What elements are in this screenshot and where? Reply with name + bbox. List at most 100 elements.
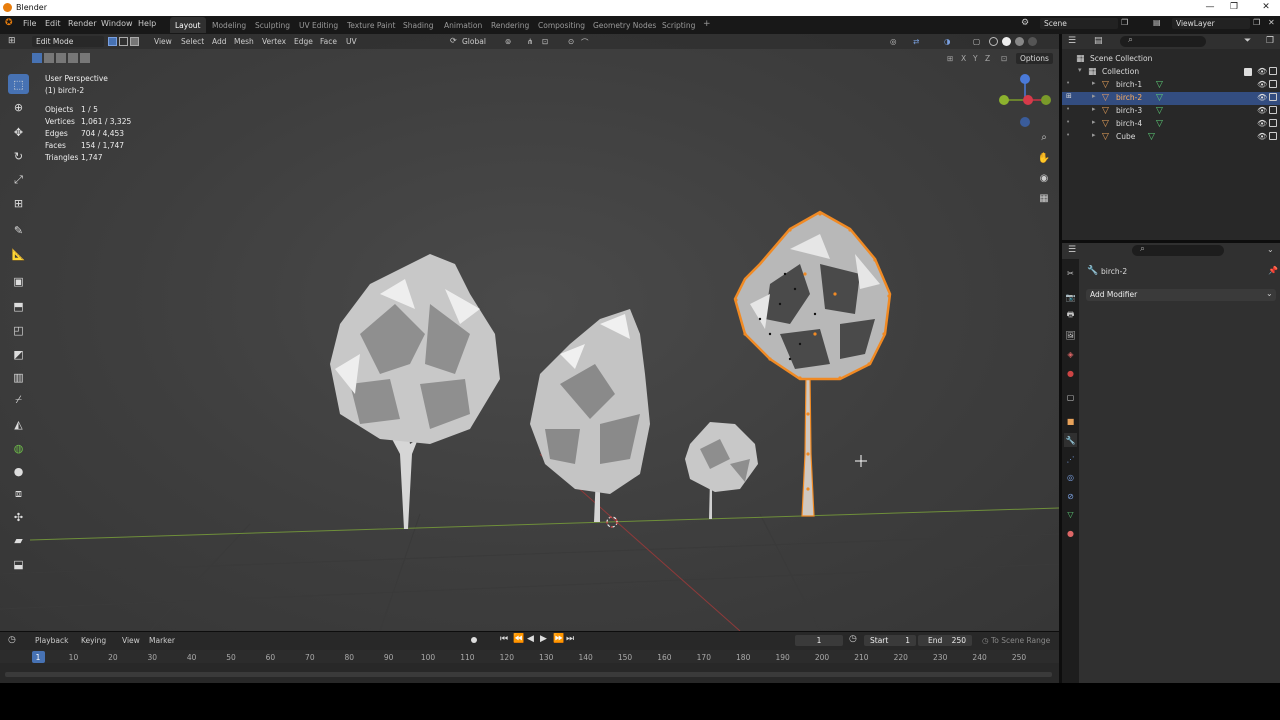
- workspace-tab-scripting[interactable]: Scripting: [657, 17, 700, 33]
- physics-tab-icon[interactable]: ◎: [1064, 470, 1077, 484]
- tool-bevel[interactable]: ◩: [8, 344, 29, 364]
- current-frame-field[interactable]: 1: [795, 635, 843, 646]
- workspace-tab-geometry-nodes[interactable]: Geometry Nodes: [588, 17, 661, 33]
- menu-window[interactable]: Window: [101, 19, 133, 28]
- scene-tab-icon[interactable]: ◈: [1064, 347, 1077, 361]
- 3d-viewport[interactable]: User Perspective (1) birch-2 Objects 1 / …: [0, 34, 1059, 631]
- mode-selector[interactable]: Edit Mode: [32, 36, 104, 47]
- new-collection-icon[interactable]: ❐: [1266, 36, 1274, 46]
- transform-orientation-dropdown[interactable]: Global: [462, 37, 486, 46]
- render-camera-icon[interactable]: [1269, 67, 1277, 75]
- expand-arrow-icon[interactable]: ▸: [1092, 105, 1096, 113]
- tool-spin[interactable]: ◍: [8, 438, 29, 458]
- timeline-scrollbar[interactable]: [5, 672, 1052, 677]
- visibility-icon[interactable]: ◎: [890, 37, 897, 46]
- view-layer-icon[interactable]: ▤: [1153, 18, 1161, 27]
- scene-selector[interactable]: Scene: [1040, 18, 1118, 29]
- workspace-tab-layout[interactable]: Layout: [170, 17, 206, 33]
- remove-view-layer-icon[interactable]: ✕: [1268, 18, 1275, 27]
- jump-end-icon[interactable]: ⏭: [566, 634, 574, 644]
- outliner-item-birch-4[interactable]: • ▸ ▽ birch-4 ▽ 👁: [1062, 118, 1280, 131]
- pin-icon[interactable]: 📌: [1268, 266, 1278, 275]
- view-layer-selector[interactable]: ViewLayer: [1172, 18, 1250, 29]
- output-tab-icon[interactable]: 🖶: [1064, 309, 1077, 323]
- editor-type-icon[interactable]: ⊞: [8, 36, 16, 46]
- workspace-tab-texture-paint[interactable]: Texture Paint: [342, 17, 400, 33]
- outliner-search-field[interactable]: ⌕: [1120, 35, 1206, 47]
- expand-arrow-icon[interactable]: ▸: [1092, 92, 1096, 100]
- maximize-button[interactable]: ❐: [1227, 2, 1241, 12]
- new-scene-icon[interactable]: ❐: [1121, 18, 1128, 27]
- tree-birch-1[interactable]: [330, 254, 500, 529]
- workspace-tab-rendering[interactable]: Rendering: [486, 17, 534, 33]
- workspace-tab-animation[interactable]: Animation: [439, 17, 487, 33]
- display-mode-icon[interactable]: ▤: [1094, 36, 1103, 46]
- workspace-tab-sculpting[interactable]: Sculpting: [250, 17, 295, 33]
- tool-move[interactable]: ✥: [8, 122, 29, 142]
- options-dropdown[interactable]: Options: [1016, 53, 1053, 64]
- visibility-eye-icon[interactable]: 👁: [1257, 132, 1267, 141]
- options-chevron-icon[interactable]: ⌄: [1267, 245, 1274, 254]
- render-camera-icon[interactable]: [1269, 106, 1277, 114]
- visibility-eye-icon[interactable]: 👁: [1257, 80, 1267, 89]
- mirror-axis-x[interactable]: X: [961, 54, 966, 63]
- new-view-layer-icon[interactable]: ❐: [1253, 18, 1260, 27]
- data-tab-icon[interactable]: ▽: [1064, 507, 1077, 521]
- proportional-edit-icon[interactable]: ⊙: [568, 37, 574, 46]
- tool-transform[interactable]: ⊞: [8, 193, 29, 213]
- select-new-icon[interactable]: [32, 53, 42, 63]
- workspace-tab-modeling[interactable]: Modeling: [207, 17, 251, 33]
- camera-view-icon[interactable]: ◉: [1035, 169, 1053, 187]
- auto-merge-icon[interactable]: ⊡: [1001, 54, 1007, 63]
- tool-poly-build[interactable]: ◭: [8, 414, 29, 434]
- navigation-gizmo[interactable]: [999, 74, 1051, 127]
- outliner-collection[interactable]: ▾ ▦ Collection 👁: [1062, 66, 1280, 79]
- wireframe-shading-icon[interactable]: [989, 37, 998, 46]
- tool-loop-cut[interactable]: ▥: [8, 367, 29, 387]
- select-intersect-icon[interactable]: [80, 53, 90, 63]
- tree-birch-2-ghost[interactable]: [530, 309, 650, 522]
- pivot-point-icon[interactable]: ⊚: [505, 37, 511, 46]
- visibility-eye-icon[interactable]: 👁: [1257, 106, 1267, 115]
- tool-scale[interactable]: ⤢: [8, 170, 29, 190]
- workspace-tab-compositing[interactable]: Compositing: [533, 17, 590, 33]
- mirror-icon[interactable]: ⊞: [947, 54, 953, 63]
- close-button[interactable]: ✕: [1259, 2, 1273, 12]
- visibility-eye-icon[interactable]: 👁: [1257, 67, 1267, 76]
- outliner-item-birch-1[interactable]: • ▸ ▽ birch-1 ▽ 👁: [1062, 79, 1280, 92]
- collection-checkbox[interactable]: [1244, 68, 1252, 76]
- menu-view[interactable]: View: [154, 37, 172, 46]
- xray-icon[interactable]: ▢: [973, 37, 980, 46]
- particles-tab-icon[interactable]: ⋰: [1064, 452, 1077, 466]
- ortho-grid-icon[interactable]: ▦: [1035, 189, 1053, 207]
- render-tab-icon[interactable]: 📷: [1064, 290, 1077, 304]
- timeline-editor-type-icon[interactable]: ◷: [8, 635, 16, 645]
- select-extend-icon[interactable]: [44, 53, 54, 63]
- menu-render[interactable]: Render: [68, 19, 96, 28]
- view-menu[interactable]: View: [122, 636, 140, 645]
- menu-face[interactable]: Face: [320, 37, 337, 46]
- tool-add-cube[interactable]: ▣: [8, 271, 29, 291]
- play-reverse-icon[interactable]: ◀: [527, 634, 534, 644]
- object-tab-icon[interactable]: ■: [1064, 414, 1077, 428]
- playback-menu[interactable]: Playback: [35, 636, 68, 645]
- properties-search-field[interactable]: ⌕: [1132, 244, 1224, 256]
- prev-keyframe-icon[interactable]: ⏪: [513, 634, 524, 644]
- face-select-icon[interactable]: [130, 37, 139, 46]
- menu-mesh[interactable]: Mesh: [234, 37, 254, 46]
- tree-birch-4-selected[interactable]: [733, 210, 892, 517]
- menu-add[interactable]: Add: [212, 37, 227, 46]
- overlays-icon[interactable]: ◑: [944, 37, 951, 46]
- tool-extrude[interactable]: ⬒: [8, 296, 29, 316]
- modifier-tab-icon[interactable]: 🔧: [1064, 433, 1077, 447]
- workspace-tab-shading[interactable]: Shading: [398, 17, 438, 33]
- tool-shear[interactable]: ▰: [8, 530, 29, 550]
- constraints-tab-icon[interactable]: ⊘: [1064, 489, 1077, 503]
- workspace-tab-uv-editing[interactable]: UV Editing: [294, 17, 343, 33]
- tool-rotate[interactable]: ↻: [8, 146, 29, 166]
- mirror-axis-z[interactable]: Z: [985, 54, 990, 63]
- select-invert-icon[interactable]: [68, 53, 78, 63]
- tool-select-box[interactable]: ⬚: [8, 74, 29, 94]
- clock-icon[interactable]: ◷: [849, 634, 857, 644]
- menu-edge[interactable]: Edge: [294, 37, 313, 46]
